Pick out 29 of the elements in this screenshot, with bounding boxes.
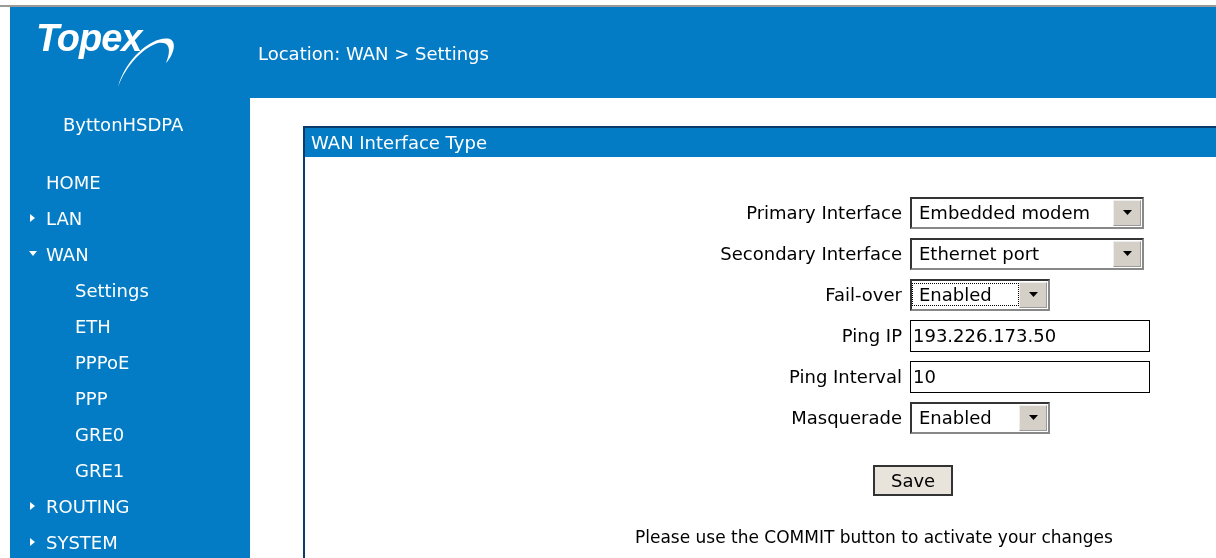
- nav-link[interactable]: LAN: [46, 207, 83, 229]
- field-label: Fail-over: [824, 284, 903, 305]
- dropdown[interactable]: Enabled: [910, 401, 1050, 434]
- nav-link[interactable]: HOME: [46, 171, 101, 193]
- panel-title: WAN Interface Type: [305, 128, 1216, 157]
- text-field[interactable]: 10: [910, 360, 1150, 393]
- nav-link[interactable]: WAN: [46, 243, 89, 265]
- nav-sublink[interactable]: PPP: [75, 387, 108, 409]
- nav-sublink[interactable]: GRE1: [75, 459, 125, 481]
- nav-link[interactable]: SYSTEM: [46, 531, 118, 553]
- dropdown[interactable]: Enabled: [910, 278, 1050, 311]
- save-button[interactable]: Save: [873, 465, 954, 496]
- field-label: Masquerade: [790, 407, 903, 428]
- dropdown[interactable]: Embedded modem: [910, 196, 1144, 229]
- nav-sublink[interactable]: ETH: [75, 315, 111, 337]
- nav-sublink[interactable]: PPPoE: [75, 351, 130, 373]
- text-field[interactable]: 193.226.173.50: [910, 319, 1150, 352]
- logo-text: Topex: [36, 19, 142, 57]
- nav-sublink[interactable]: Settings: [75, 279, 149, 301]
- location-breadcrumb: Location: WAN > Settings: [258, 43, 489, 64]
- dropdown[interactable]: Ethernet port: [910, 237, 1144, 270]
- nav-sublink[interactable]: GRE0: [75, 423, 125, 445]
- field-label: Primary Interface: [745, 202, 903, 223]
- field-label: Secondary Interface: [719, 243, 903, 264]
- nav-link[interactable]: ROUTING: [46, 495, 130, 517]
- field-label: Ping IP: [840, 325, 903, 346]
- field-label: Ping Interval: [788, 366, 903, 387]
- commit-note: Please use the COMMIT button to activate your changes: [635, 528, 1114, 547]
- device-name: ByttonHSDPA: [62, 114, 185, 137]
